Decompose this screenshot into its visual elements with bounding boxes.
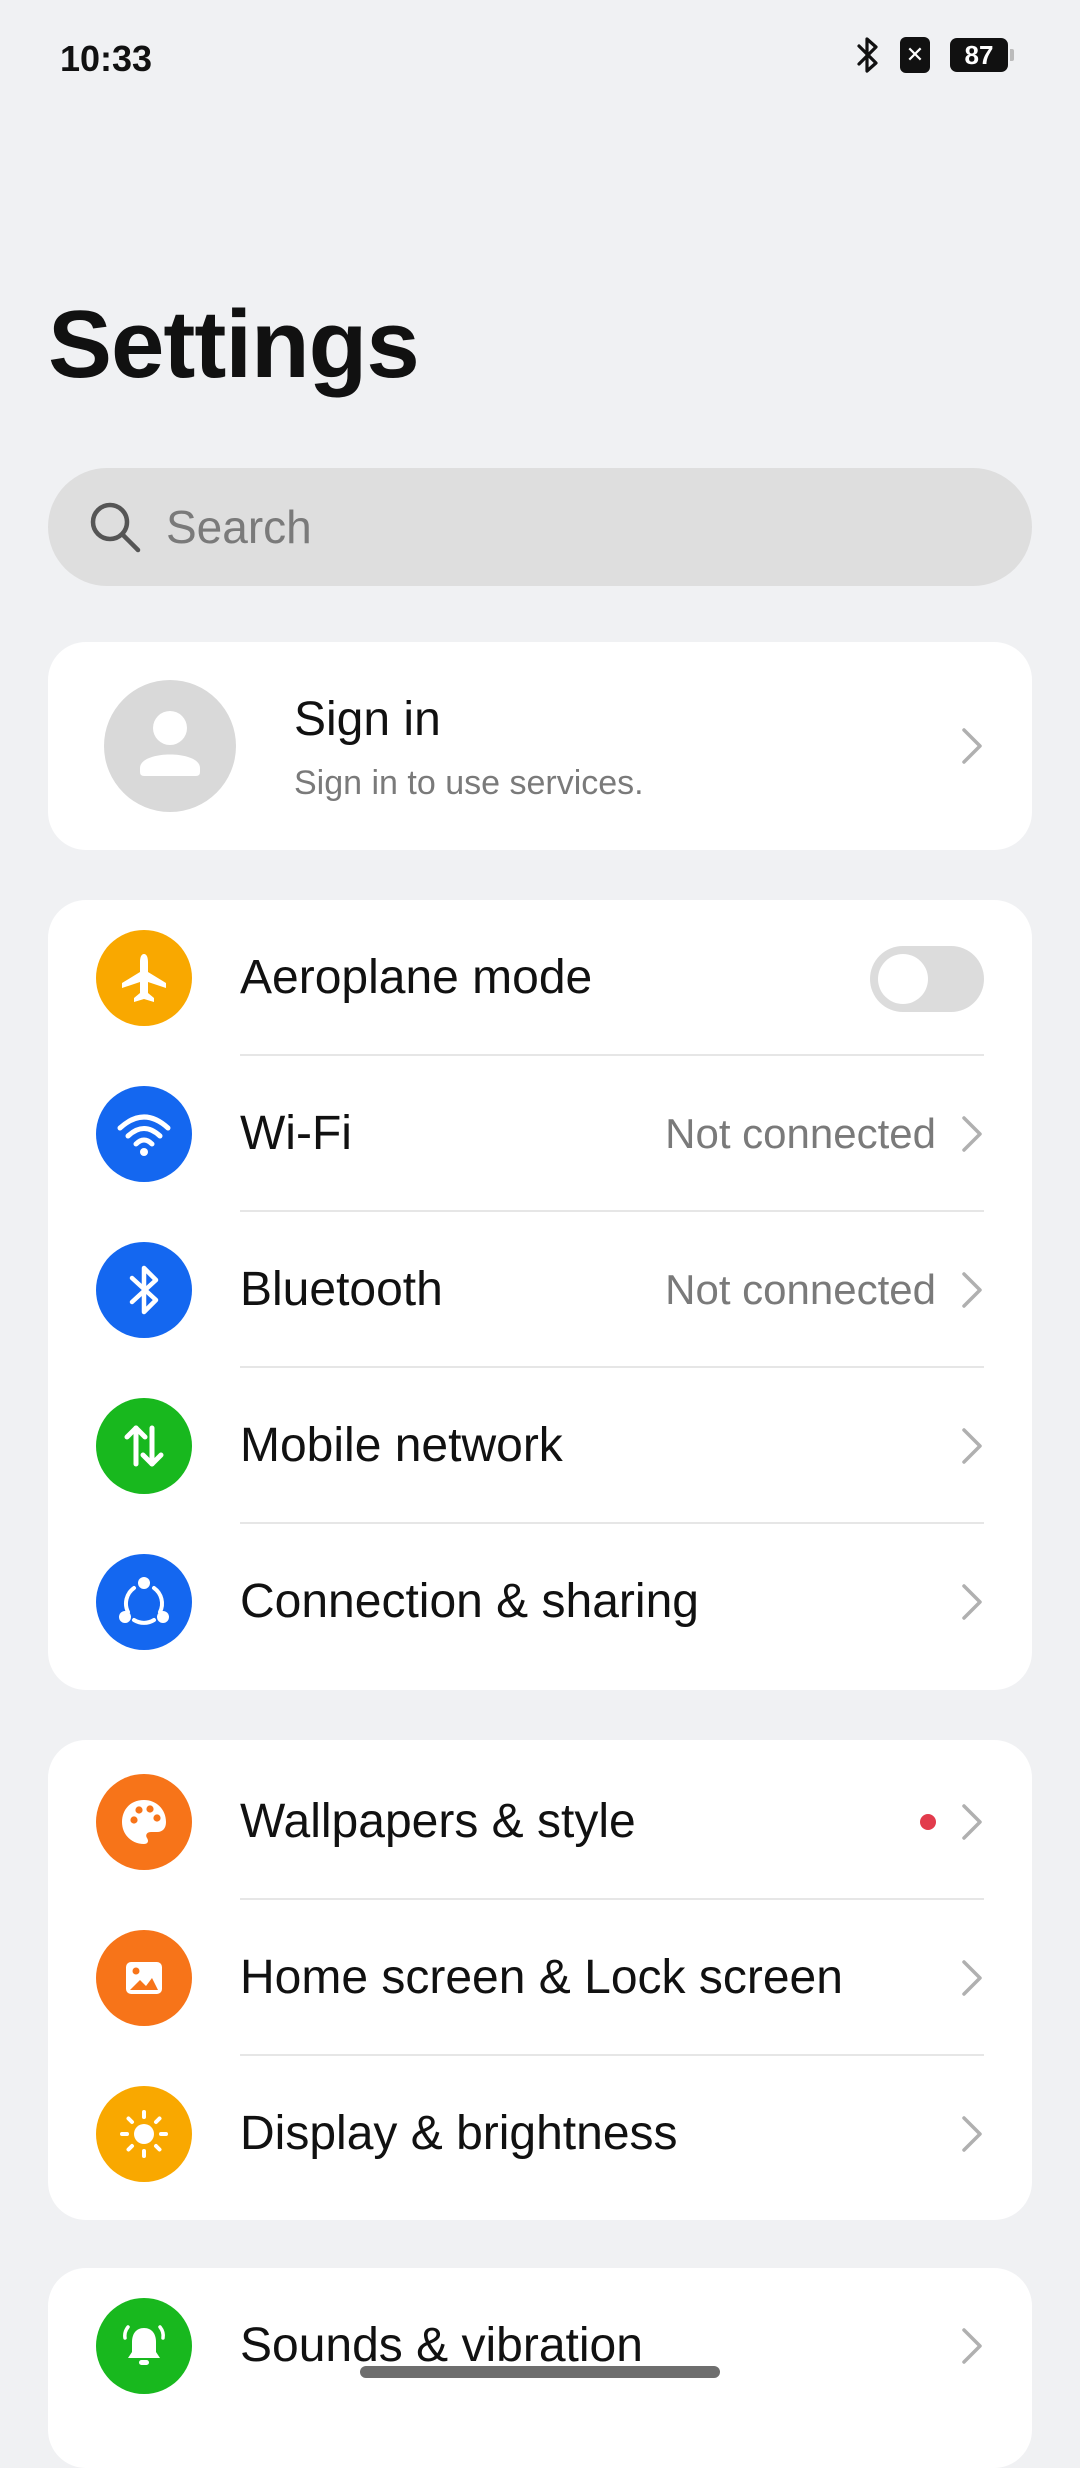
chevron-right-icon (962, 1584, 982, 1620)
share-icon (96, 1554, 192, 1650)
page-title: Settings (48, 291, 420, 398)
chevron-right-icon (962, 1804, 982, 1840)
status-icons: ✕ 87 (856, 36, 1014, 74)
mobile-data-icon (96, 1398, 192, 1494)
signin-title: Sign in (294, 693, 441, 746)
chevron-right-icon (962, 1272, 982, 1308)
settings-item-connection-sharing[interactable]: Connection & sharing (48, 1524, 1032, 1680)
battery-level: 87 (964, 39, 994, 70)
avatar (104, 680, 236, 812)
wifi-status: Not connected (665, 1110, 936, 1157)
bell-icon (96, 2298, 192, 2394)
settings-item-label: Wallpapers & style (240, 1795, 636, 1848)
chevron-right-icon (962, 2116, 982, 2152)
chevron-right-icon (962, 1116, 982, 1152)
bluetooth-status: Not connected (665, 1266, 936, 1313)
settings-item-label: Home screen & Lock screen (240, 1951, 843, 2004)
settings-item-label: Wi-Fi (240, 1107, 352, 1160)
chevron-right-icon (962, 1960, 982, 1996)
battery-icon: 87 (950, 38, 1014, 72)
home-screen-icon (96, 1930, 192, 2026)
settings-item-mobile-network[interactable]: Mobile network (48, 1368, 1032, 1524)
settings-item-label: Display & brightness (240, 2107, 678, 2160)
settings-item-wallpapers-style[interactable]: Wallpapers & style (48, 1744, 1032, 1900)
personalization-settings-card: Wallpapers & style Home screen & Lock sc… (48, 1740, 1032, 2220)
notification-dot (920, 1814, 936, 1830)
settings-item-label: Aeroplane mode (240, 951, 593, 1004)
settings-item-sounds-vibration[interactable]: Sounds & vibration (48, 2268, 1032, 2424)
settings-item-aeroplane-mode[interactable]: Aeroplane mode (48, 900, 1032, 1056)
home-indicator[interactable] (360, 2366, 720, 2378)
search-input[interactable] (164, 499, 948, 555)
settings-item-label: Sounds & vibration (240, 2319, 643, 2372)
brightness-icon (96, 2086, 192, 2182)
status-time: 10:33 (60, 38, 153, 79)
aeroplane-mode-toggle[interactable] (870, 946, 984, 1012)
chevron-right-icon (962, 2328, 982, 2364)
chevron-right-icon (962, 1428, 982, 1464)
bluetooth-icon (96, 1242, 192, 1338)
toggle-knob (878, 954, 928, 1004)
palette-icon (96, 1774, 192, 1870)
chevron-right-icon (962, 728, 982, 764)
wifi-icon (96, 1086, 192, 1182)
search-icon (88, 500, 142, 554)
bluetooth-icon (856, 36, 880, 74)
network-settings-card: Aeroplane mode Wi-Fi Not connected Bluet… (48, 900, 1032, 1690)
settings-item-bluetooth[interactable]: Bluetooth Not connected (48, 1212, 1032, 1368)
settings-item-home-lock-screen[interactable]: Home screen & Lock screen (48, 1900, 1032, 2056)
signin-subtitle: Sign in to use services. (294, 764, 644, 802)
status-bar: 10:33 ✕ 87 (0, 0, 1080, 120)
settings-item-wifi[interactable]: Wi-Fi Not connected (48, 1056, 1032, 1212)
settings-item-label: Bluetooth (240, 1263, 443, 1316)
settings-item-label: Mobile network (240, 1419, 563, 1472)
settings-item-display-brightness[interactable]: Display & brightness (48, 2056, 1032, 2212)
search-bar[interactable] (48, 468, 1032, 586)
account-card[interactable]: Sign in Sign in to use services. (48, 642, 1032, 850)
airplane-icon (96, 930, 192, 1026)
person-icon (140, 711, 200, 776)
sim-icon: ✕ (900, 37, 930, 73)
settings-item-label: Connection & sharing (240, 1575, 699, 1628)
